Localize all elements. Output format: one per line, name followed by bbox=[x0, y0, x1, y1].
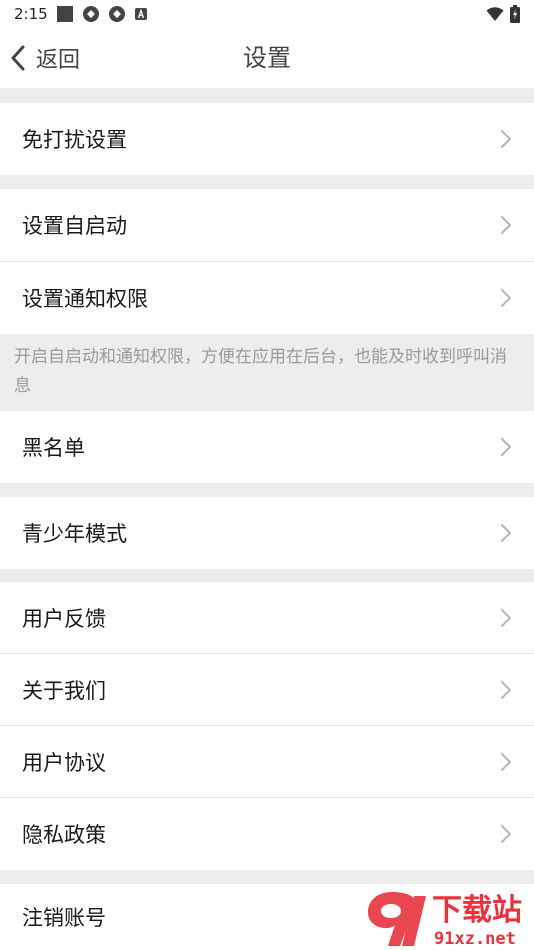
page-title: 设置 bbox=[243, 44, 291, 72]
row-blacklist[interactable]: 黑名单 bbox=[0, 411, 534, 483]
back-button[interactable]: 返回 bbox=[10, 38, 80, 78]
row-label: 用户协议 bbox=[22, 751, 106, 775]
wifi-icon bbox=[486, 7, 504, 21]
watermark-domain-text: 91xz.net bbox=[434, 929, 516, 949]
row-label: 用户反馈 bbox=[22, 607, 106, 631]
battery-charging-icon bbox=[510, 5, 520, 23]
row-notification-permission[interactable]: 设置通知权限 bbox=[0, 262, 534, 334]
row-label: 黑名单 bbox=[22, 436, 85, 460]
row-label: 设置自启动 bbox=[22, 214, 127, 238]
back-label: 返回 bbox=[36, 48, 81, 73]
row-label: 青少年模式 bbox=[22, 522, 127, 546]
font-notification-icon bbox=[134, 8, 147, 20]
site-watermark-logo: 下载站 91xz.net bbox=[368, 892, 522, 949]
row-label: 关于我们 bbox=[22, 679, 106, 703]
row-privacy-policy[interactable]: 隐私政策 bbox=[0, 798, 534, 870]
chevron-right-icon bbox=[501, 609, 511, 627]
chevron-left-icon bbox=[11, 45, 25, 71]
row-about-us[interactable]: 关于我们 bbox=[0, 654, 534, 726]
status-left: 2:15 bbox=[14, 5, 148, 23]
chevron-right-icon bbox=[501, 438, 511, 456]
row-youth-mode[interactable]: 青少年模式 bbox=[0, 497, 534, 569]
notification-square-icon bbox=[56, 6, 73, 22]
row-label: 注销账号 bbox=[22, 906, 106, 930]
chevron-right-icon bbox=[501, 524, 511, 542]
row-feedback[interactable]: 用户反馈 bbox=[0, 582, 534, 654]
nav-bar: 返回 设置 bbox=[0, 28, 534, 88]
app-notification-icon-2 bbox=[108, 6, 125, 22]
row-label: 隐私政策 bbox=[22, 823, 106, 847]
chevron-right-icon bbox=[501, 753, 511, 771]
row-do-not-disturb[interactable]: 免打扰设置 bbox=[0, 103, 534, 175]
row-auto-start[interactable]: 设置自启动 bbox=[0, 189, 534, 261]
permission-hint-text: 开启自启动和通知权限，方便在应用在后台，也能及时收到呼叫消息 bbox=[14, 347, 507, 396]
status-time: 2:15 bbox=[14, 5, 48, 23]
chevron-right-icon bbox=[501, 681, 511, 699]
row-label: 设置通知权限 bbox=[22, 287, 148, 311]
chevron-right-icon bbox=[501, 289, 511, 307]
status-bar: 2:15 bbox=[0, 0, 534, 28]
row-user-agreement[interactable]: 用户协议 bbox=[0, 726, 534, 798]
app-notification-icon bbox=[82, 6, 99, 22]
chevron-right-icon bbox=[501, 130, 511, 148]
chevron-right-icon bbox=[501, 825, 511, 843]
chevron-right-icon bbox=[501, 216, 511, 234]
row-label: 免打扰设置 bbox=[22, 128, 127, 152]
status-right bbox=[486, 5, 520, 23]
watermark-brand-text: 下载站 bbox=[432, 893, 522, 928]
